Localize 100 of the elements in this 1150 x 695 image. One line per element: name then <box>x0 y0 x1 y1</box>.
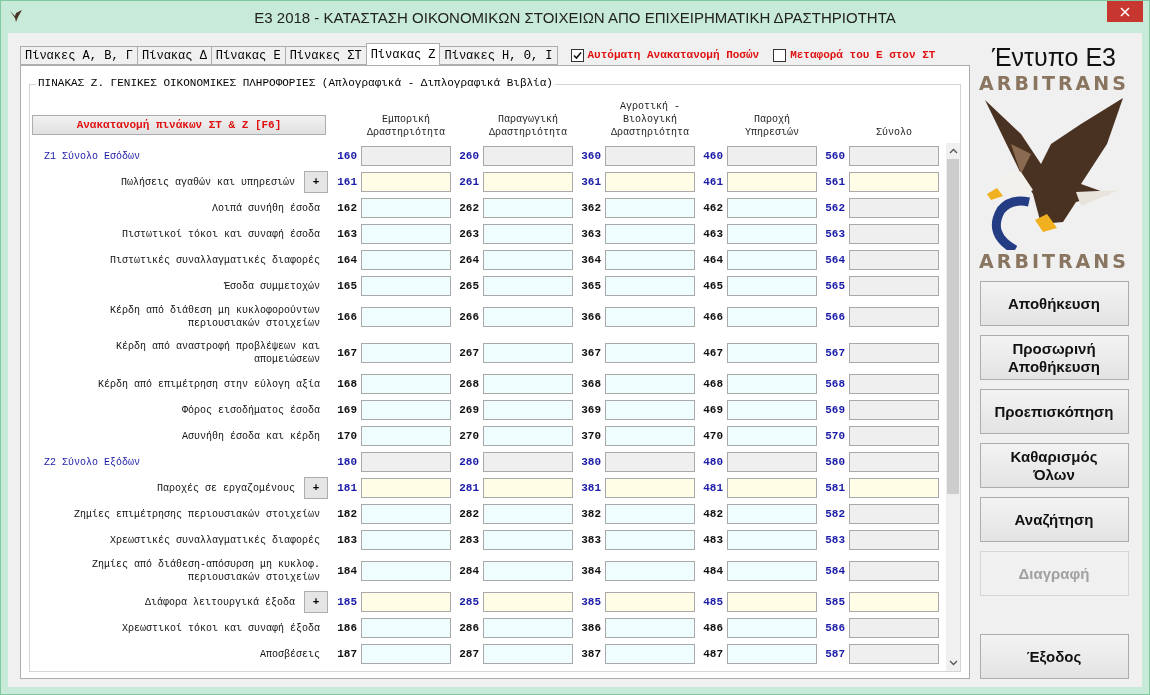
amount-field[interactable] <box>727 400 817 420</box>
amount-field[interactable] <box>605 343 695 363</box>
amount-field[interactable] <box>361 224 451 244</box>
amount-field[interactable] <box>483 146 573 166</box>
amount-field[interactable] <box>483 198 573 218</box>
amount-field[interactable] <box>605 307 695 327</box>
amount-field[interactable] <box>361 276 451 296</box>
amount-field[interactable] <box>605 561 695 581</box>
amount-field[interactable] <box>849 343 939 363</box>
amount-field[interactable] <box>483 618 573 638</box>
amount-field[interactable] <box>605 644 695 664</box>
amount-field[interactable] <box>605 530 695 550</box>
amount-field[interactable] <box>849 276 939 296</box>
amount-field[interactable] <box>849 374 939 394</box>
amount-field[interactable] <box>849 250 939 270</box>
amount-field[interactable] <box>483 250 573 270</box>
amount-field[interactable] <box>361 400 451 420</box>
amount-field[interactable] <box>361 146 451 166</box>
amount-field[interactable] <box>727 146 817 166</box>
amount-field[interactable] <box>483 224 573 244</box>
action-button[interactable]: Αναζήτηση <box>979 497 1129 542</box>
amount-field[interactable] <box>361 452 451 472</box>
amount-field[interactable] <box>361 592 451 612</box>
amount-field[interactable] <box>361 618 451 638</box>
amount-field[interactable] <box>727 343 817 363</box>
amount-field[interactable] <box>361 561 451 581</box>
amount-field[interactable] <box>849 618 939 638</box>
amount-field[interactable] <box>727 224 817 244</box>
amount-field[interactable] <box>361 172 451 192</box>
amount-field[interactable] <box>727 592 817 612</box>
amount-field[interactable] <box>605 224 695 244</box>
amount-field[interactable] <box>727 198 817 218</box>
amount-field[interactable] <box>849 504 939 524</box>
expand-button[interactable]: + <box>304 477 328 499</box>
amount-field[interactable] <box>605 146 695 166</box>
amount-field[interactable] <box>849 172 939 192</box>
amount-field[interactable] <box>361 250 451 270</box>
tab[interactable]: Πίνακες Η, Θ, Ι <box>439 46 558 65</box>
tab[interactable]: Πίνακες ΣΤ <box>284 46 367 65</box>
scroll-down-icon[interactable] <box>948 660 958 666</box>
amount-field[interactable] <box>483 592 573 612</box>
action-button[interactable]: Προεπισκόπηση <box>979 389 1129 434</box>
amount-field[interactable] <box>727 478 817 498</box>
amount-field[interactable] <box>361 530 451 550</box>
amount-field[interactable] <box>361 343 451 363</box>
amount-field[interactable] <box>727 530 817 550</box>
amount-field[interactable] <box>727 250 817 270</box>
amount-field[interactable] <box>361 198 451 218</box>
amount-field[interactable] <box>483 504 573 524</box>
exit-button[interactable]: Έξοδος <box>979 634 1129 679</box>
tab[interactable]: Πίνακας Ζ <box>365 43 441 65</box>
amount-field[interactable] <box>849 400 939 420</box>
action-button[interactable]: Προσωρινή Αποθήκευση <box>979 335 1129 380</box>
amount-field[interactable] <box>849 452 939 472</box>
amount-field[interactable] <box>361 426 451 446</box>
amount-field[interactable] <box>605 172 695 192</box>
amount-field[interactable] <box>483 343 573 363</box>
amount-field[interactable] <box>483 426 573 446</box>
action-button[interactable]: Αποθήκευση <box>979 281 1129 326</box>
amount-field[interactable] <box>727 452 817 472</box>
amount-field[interactable] <box>605 478 695 498</box>
amount-field[interactable] <box>727 307 817 327</box>
amount-field[interactable] <box>605 504 695 524</box>
amount-field[interactable] <box>605 250 695 270</box>
amount-field[interactable] <box>727 276 817 296</box>
amount-field[interactable] <box>483 276 573 296</box>
amount-field[interactable] <box>483 374 573 394</box>
amount-field[interactable] <box>361 307 451 327</box>
amount-field[interactable] <box>361 478 451 498</box>
amount-field[interactable] <box>849 307 939 327</box>
amount-field[interactable] <box>727 561 817 581</box>
amount-field[interactable] <box>727 644 817 664</box>
amount-field[interactable] <box>483 400 573 420</box>
redistribute-button[interactable]: Ανακατανομή πινάκων ΣΤ & Ζ [F6] <box>32 115 326 135</box>
amount-field[interactable] <box>605 452 695 472</box>
tab[interactable]: Πίνακες Α, Β, Γ <box>20 46 139 65</box>
amount-field[interactable] <box>727 504 817 524</box>
amount-field[interactable] <box>727 172 817 192</box>
amount-field[interactable] <box>605 618 695 638</box>
tab[interactable]: Πίνακας Δ <box>137 46 212 65</box>
amount-field[interactable] <box>605 592 695 612</box>
expand-button[interactable]: + <box>304 591 328 613</box>
amount-field[interactable] <box>483 530 573 550</box>
action-button[interactable]: Καθαρισμός Όλων <box>979 443 1129 488</box>
checkbox[interactable] <box>570 48 584 62</box>
close-button[interactable] <box>1107 1 1143 22</box>
amount-field[interactable] <box>483 478 573 498</box>
amount-field[interactable] <box>849 198 939 218</box>
amount-field[interactable] <box>727 426 817 446</box>
amount-field[interactable] <box>849 644 939 664</box>
amount-field[interactable] <box>361 504 451 524</box>
amount-field[interactable] <box>605 400 695 420</box>
amount-field[interactable] <box>361 644 451 664</box>
amount-field[interactable] <box>605 276 695 296</box>
amount-field[interactable] <box>849 592 939 612</box>
checkbox[interactable] <box>773 48 787 62</box>
amount-field[interactable] <box>849 146 939 166</box>
amount-field[interactable] <box>849 478 939 498</box>
amount-field[interactable] <box>605 198 695 218</box>
amount-field[interactable] <box>849 426 939 446</box>
